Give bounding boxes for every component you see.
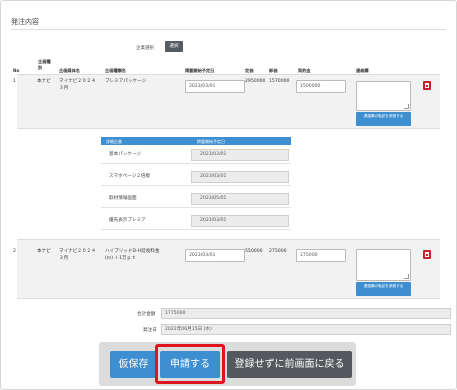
- start-date-input[interactable]: 2023/03/01: [185, 80, 245, 93]
- order-date-field: 2022年06月15日 (水): [161, 324, 451, 335]
- subtable-row: スマホページ２倍版 2023/03/01: [101, 167, 291, 186]
- header-notes: 連絡欄: [356, 68, 369, 73]
- highlight-frame: [155, 344, 225, 384]
- header-category-bottom: 別: [38, 65, 43, 70]
- total-amount-field: 1775000: [161, 308, 451, 319]
- table-row: 2 本ナビ マイナビ２０２４ ３月 ハイブリッドD-H延長料金 (m) ＋1万ｐ…: [13, 239, 440, 299]
- row-list-price: 2950000: [245, 79, 266, 84]
- back-without-saving-button[interactable]: 登録せずに前画面に戻る: [227, 351, 352, 378]
- row-media-line1: マイナビ２０２４: [59, 79, 96, 84]
- row-media-line2: ３月: [59, 86, 69, 91]
- order-content-panel: 発注内容 企業選択 選択 No 企画種 別 企画媒体名 企画種類名 掲載開始予定…: [0, 0, 457, 390]
- header-media-name: 企画媒体名: [59, 68, 80, 73]
- section-title: 発注内容: [11, 18, 39, 26]
- delete-row-button[interactable]: [423, 250, 431, 259]
- row-product-line2: (m) ＋1万ｐｔ: [105, 256, 136, 261]
- row-category: 本ナビ: [37, 79, 51, 84]
- header-list-price: 定価: [245, 68, 254, 73]
- contract-amount-input[interactable]: 1500000: [296, 80, 346, 93]
- subtable-item-name: 取材情報画面: [109, 196, 137, 201]
- total-amount-label: 合計金額: [137, 312, 156, 317]
- row-category: 本ナビ: [37, 249, 51, 254]
- trash-icon: [425, 252, 429, 257]
- subtable-row: 基本パッケージ 2023/03/01: [101, 145, 291, 164]
- draft-save-button[interactable]: 仮保存: [110, 351, 157, 378]
- subtable-item-date: 2023/05/01: [191, 193, 289, 205]
- row-list-price: 550000: [245, 249, 263, 254]
- company-select-button[interactable]: 選択: [165, 41, 183, 52]
- start-date-input[interactable]: 2023/03/01: [185, 249, 245, 262]
- header-category-top: 企画種: [38, 59, 51, 64]
- subtable-item-name: 基本パッケージ: [109, 152, 142, 157]
- row-product-name: プレミアパッケージ: [105, 79, 147, 84]
- header-rate: 卸価: [269, 68, 278, 73]
- notes-textarea[interactable]: [356, 249, 411, 281]
- table-row: 1 本ナビ マイナビ２０２４ ３月 プレミアパッケージ 2023/03/01 2…: [13, 74, 440, 129]
- subtable-item-name: 優先表示プレミア: [109, 218, 146, 223]
- subtable-item-date: 2023/03/01: [191, 215, 289, 227]
- subtable-header-name: 詳細企業: [106, 138, 122, 144]
- section-divider: [11, 29, 446, 30]
- subtable-row: 優先表示プレミア 2023/03/01: [101, 211, 291, 230]
- subtable-item-name: スマホページ２倍版: [109, 174, 151, 179]
- company-select-label: 企業選択: [136, 46, 154, 51]
- subtable-item-date: 2023/03/01: [191, 171, 289, 183]
- header-no: No: [13, 68, 20, 73]
- row-no: 1: [13, 79, 16, 84]
- row-media-line2: ３月: [59, 256, 69, 261]
- order-date-label: 発注日: [143, 328, 157, 333]
- notes-textarea[interactable]: [356, 81, 411, 111]
- contract-amount-input[interactable]: 275000: [296, 249, 346, 262]
- row-product-line1: ハイブリッドD-H延長料金: [105, 249, 160, 254]
- row-rate: 275000: [269, 249, 287, 254]
- delete-row-button[interactable]: [423, 81, 431, 90]
- subtable-header: 詳細企業 掲載開始予定日: [101, 137, 291, 145]
- header-product-name: 企画種類名: [105, 68, 126, 73]
- header-start-date: 掲載開始予定日: [185, 68, 215, 73]
- subtable-row: 取材情報画面 2023/05/01: [101, 189, 291, 208]
- trash-icon: [425, 83, 429, 88]
- subtable-item-date: 2023/03/01: [191, 149, 289, 161]
- row-rate: 1570000: [269, 79, 290, 84]
- subtable-header-date: 掲載開始予定日: [197, 138, 225, 144]
- notes-transfer-button[interactable]: 連絡欄の転記を参照する: [356, 282, 411, 296]
- row-no: 2: [13, 249, 16, 254]
- row-media-line1: マイナビ２０２４: [59, 249, 96, 254]
- header-contract-amount: 契約金: [298, 68, 311, 73]
- notes-transfer-button[interactable]: 連絡欄の転記を参照する: [356, 112, 411, 126]
